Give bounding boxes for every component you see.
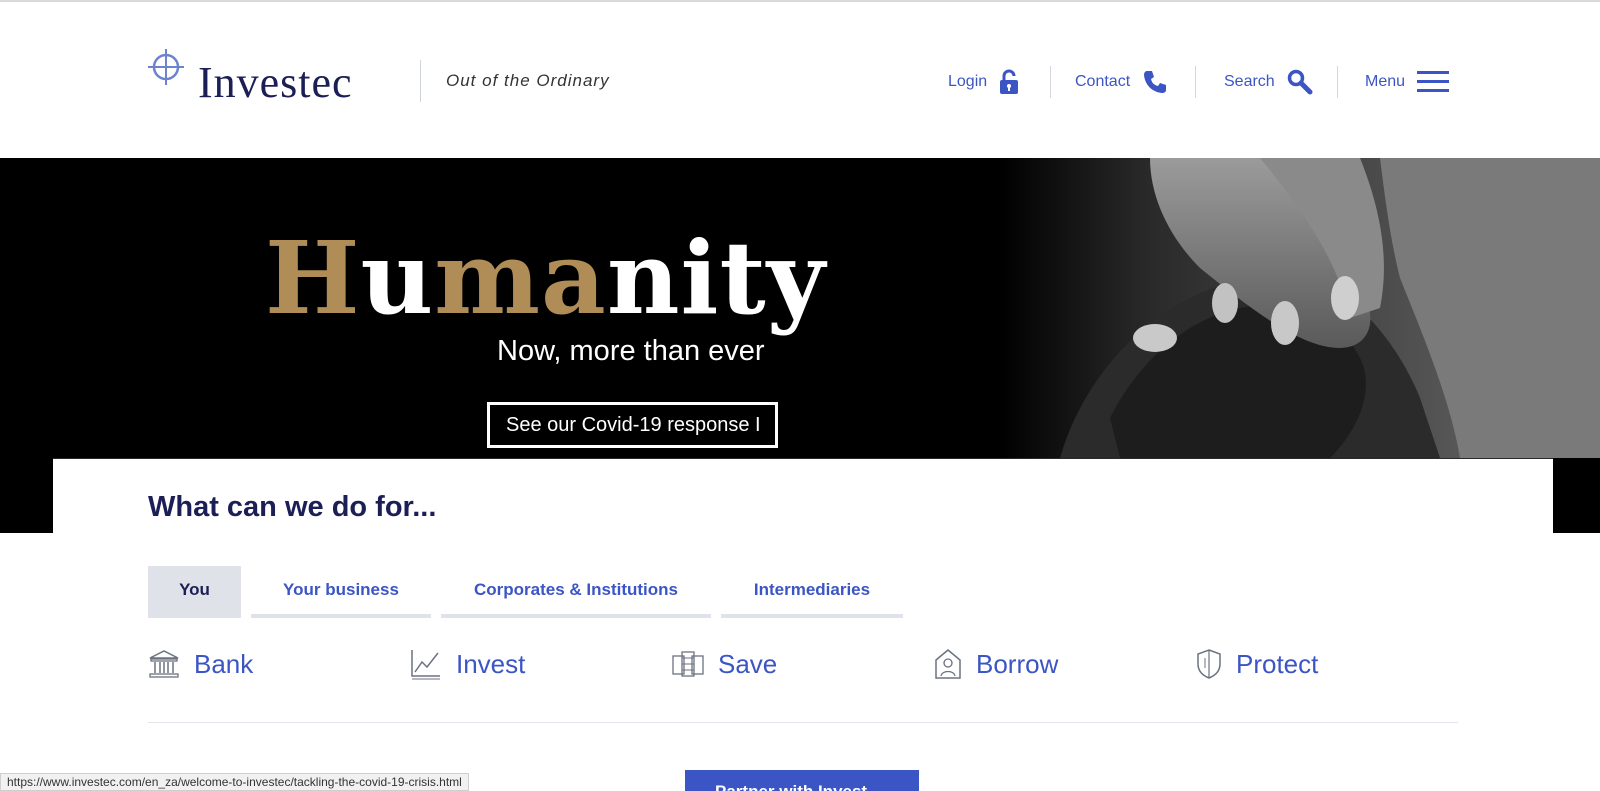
chart-icon <box>411 650 440 680</box>
hamburger-icon <box>1417 71 1450 92</box>
menu-label: Menu <box>1365 73 1406 90</box>
product-bank[interactable]: Bank <box>148 648 410 680</box>
hero-title-part: H <box>265 219 361 337</box>
tab-intermediaries[interactable]: Intermediaries <box>721 566 903 618</box>
hero-title-part: u <box>360 219 435 337</box>
coins-icon <box>672 651 704 677</box>
product-links: Bank Invest Save Borrow Protect <box>148 648 1458 680</box>
section-title: What can we do for... <box>148 491 437 523</box>
nav-separator <box>1337 66 1338 98</box>
tab-corporates-institutions[interactable]: Corporates & Institutions <box>441 566 711 618</box>
product-borrow-label: Borrow <box>976 648 1059 679</box>
product-invest-label: Invest <box>456 648 526 679</box>
brand-name: Investec <box>198 58 353 107</box>
product-borrow[interactable]: Borrow <box>934 648 1196 680</box>
hero-title-part: nity <box>606 219 826 337</box>
product-protect[interactable]: Protect <box>1196 648 1458 680</box>
nav-menu[interactable]: Menu <box>1365 62 1450 102</box>
search-icon <box>1287 69 1313 95</box>
lock-icon <box>1000 69 1019 94</box>
hero-title-part: ma <box>434 219 607 337</box>
logo-divider <box>420 60 421 102</box>
product-save[interactable]: Save <box>672 648 934 680</box>
site-header: Investec Out of the Ordinary Login Conta… <box>0 2 1600 158</box>
contact-label: Contact <box>1075 73 1131 90</box>
browser-status-url: https://www.investec.com/en_za/welcome-t… <box>0 773 469 791</box>
hands-photo <box>1000 158 1600 458</box>
hero-subtitle: Now, more than ever <box>497 335 765 367</box>
product-protect-label: Protect <box>1236 648 1319 679</box>
brand-tagline: Out of the Ordinary <box>446 71 610 90</box>
tab-your-business[interactable]: Your business <box>251 566 431 618</box>
audience-tabs: You Your business Corporates & Instituti… <box>148 566 903 618</box>
nav-search[interactable]: Search <box>1224 62 1313 102</box>
nav-separator <box>1050 66 1051 98</box>
section-divider <box>148 722 1458 723</box>
covid-response-button[interactable]: See our Covid-19 response I <box>487 402 778 448</box>
product-bank-label: Bank <box>194 648 254 679</box>
partner-cta-button[interactable]: Partner with Invest... <box>685 770 919 791</box>
nav-separator <box>1195 66 1196 98</box>
phone-icon <box>1144 71 1167 93</box>
shield-icon <box>1197 649 1221 679</box>
search-label: Search <box>1224 73 1275 90</box>
hero-title: Humanity <box>265 228 826 328</box>
crosshair-logo-icon <box>148 49 184 85</box>
login-label: Login <box>948 73 988 90</box>
tab-you[interactable]: You <box>148 566 241 618</box>
nav-login[interactable]: Login <box>948 62 1019 102</box>
product-invest[interactable]: Invest <box>410 648 672 680</box>
nav-contact[interactable]: Contact <box>1075 62 1168 102</box>
bank-icon <box>149 650 179 678</box>
product-save-label: Save <box>718 648 778 679</box>
house-person-icon <box>935 649 961 679</box>
